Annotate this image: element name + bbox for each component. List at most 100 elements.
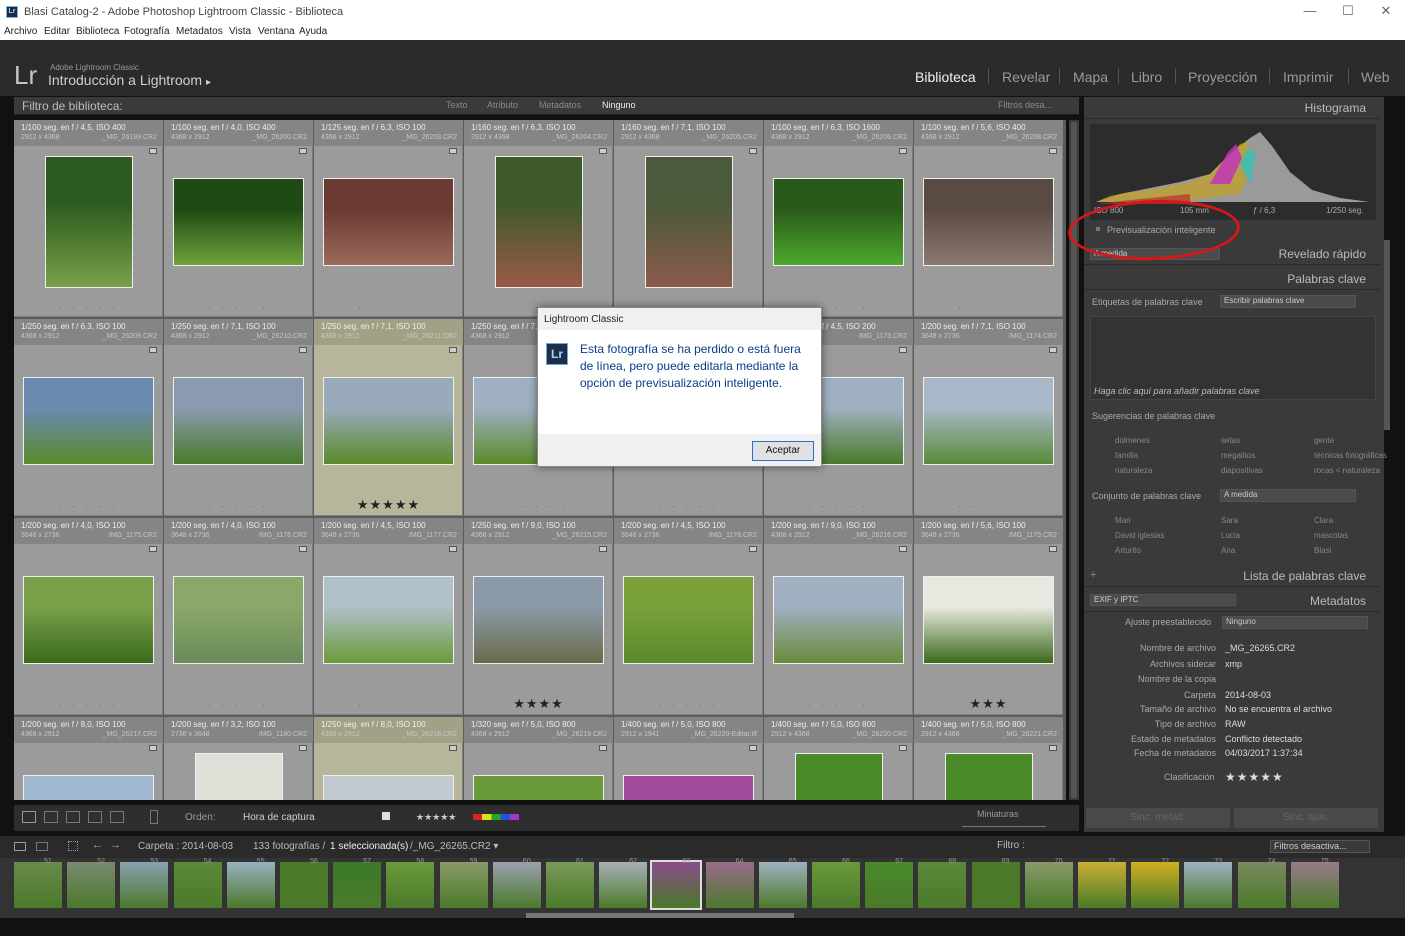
flag-badge-icon[interactable] — [899, 347, 907, 353]
filmstrip-thumbnail[interactable] — [1131, 862, 1180, 908]
keyword-suggestion[interactable]: familia — [1115, 451, 1138, 460]
filmstrip-thumbnail[interactable] — [120, 862, 169, 908]
empty-rating[interactable]: · · · · · — [914, 302, 1063, 312]
photo-thumbnail[interactable] — [173, 377, 304, 465]
keyword-suggestion[interactable]: setas — [1221, 436, 1240, 445]
histogram-header[interactable]: Histograma — [1084, 97, 1380, 119]
grid-cell[interactable]: 1/100 seg. en f / 4,5, ISO 400 2912 x 436… — [14, 120, 163, 317]
keyword-set-item[interactable]: Mari — [1115, 516, 1131, 525]
flag-badge-icon[interactable] — [299, 347, 307, 353]
photo-thumbnail[interactable] — [323, 178, 454, 266]
flag-badge-icon[interactable] — [149, 745, 157, 751]
filmstrip-file[interactable]: /_MG_26265.CR2 ▾ — [410, 841, 498, 852]
menu-item-metadatos[interactable]: Metadatos — [176, 26, 223, 37]
grid-icon[interactable] — [68, 841, 78, 851]
empty-rating[interactable]: · · · · · — [914, 501, 1063, 511]
sort-dropdown[interactable]: Hora de captura — [243, 812, 315, 823]
filmstrip-thumbnail[interactable] — [650, 860, 703, 910]
flag-badge-icon[interactable] — [749, 148, 757, 154]
empty-rating[interactable]: · · · · · — [164, 700, 313, 710]
right-panel-scrollbar[interactable] — [1384, 240, 1390, 430]
keyword-tags-dropdown[interactable]: Escribir palabras clave — [1220, 295, 1356, 308]
metadata-value[interactable]: Conflicto detectado — [1225, 734, 1302, 744]
photo-thumbnail[interactable] — [473, 576, 604, 664]
photo-thumbnail[interactable] — [23, 576, 154, 664]
metadata-value[interactable]: _MG_26265.CR2 — [1225, 643, 1295, 653]
keyword-click-hint[interactable]: Haga clic aquí para añadir palabras clav… — [1094, 386, 1260, 396]
grid-cell[interactable]: 1/100 seg. en f / 5,6, ISO 400 4368 x 291… — [914, 120, 1063, 317]
flag-badge-icon[interactable] — [1049, 347, 1057, 353]
photo-thumbnail[interactable] — [623, 775, 754, 800]
photo-thumbnail[interactable] — [195, 753, 283, 800]
keyword-set-item[interactable]: mascotas — [1314, 531, 1348, 540]
filmstrip-thumbnail[interactable] — [492, 862, 541, 908]
filmstrip-thumbnail[interactable] — [67, 862, 116, 908]
grid-view-icon[interactable] — [22, 811, 36, 823]
flag-badge-icon[interactable] — [1049, 148, 1057, 154]
grid-cell[interactable]: 1/200 seg. en f / 4,5, ISO 100 3648 x 273… — [314, 518, 463, 715]
sync-metadata-button[interactable]: Sinc. metad. — [1086, 808, 1230, 828]
flag-badge-icon[interactable] — [299, 148, 307, 154]
filmstrip-thumbnail[interactable] — [1290, 862, 1339, 908]
metadata-value[interactable]: 2014-08-03 — [1225, 690, 1271, 700]
photo-thumbnail[interactable] — [495, 156, 583, 288]
keyword-set-item[interactable]: Lucia — [1221, 531, 1240, 540]
grid-cell[interactable]: 1/200 seg. en f / 9,0, ISO 100 4368 x 291… — [764, 518, 913, 715]
keyword-suggestion[interactable]: técnicas fotográficas — [1314, 451, 1387, 460]
photo-thumbnail[interactable] — [623, 576, 754, 664]
grid-cell[interactable]: 1/160 seg. en f / 6,3, ISO 100 2912 x 436… — [464, 120, 613, 317]
photo-thumbnail[interactable] — [473, 775, 604, 800]
module-biblioteca[interactable]: Biblioteca — [915, 69, 976, 85]
rating-stars[interactable]: ★★★★★ — [314, 497, 463, 513]
grid-cell[interactable]: 1/400 seg. en f / 5,0, ISO 800 2912 x 436… — [764, 717, 913, 800]
metadata-value[interactable]: RAW — [1225, 719, 1246, 729]
keyword-list-header[interactable]: + Lista de palabras clave — [1084, 565, 1380, 587]
menu-item-editar[interactable]: Editar — [44, 26, 70, 37]
flag-badge-icon[interactable] — [749, 546, 757, 552]
keyword-suggestion[interactable]: diapositivas — [1221, 466, 1263, 475]
keyword-set-item[interactable]: Sara — [1221, 516, 1238, 525]
filmstrip-thumbnail[interactable] — [705, 862, 754, 908]
grid-cell[interactable]: 1/250 seg. en f / 6,3, ISO 100 4368 x 291… — [14, 319, 163, 516]
photo-thumbnail[interactable] — [45, 156, 133, 288]
flag-badge-icon[interactable] — [599, 745, 607, 751]
photo-thumbnail[interactable] — [795, 753, 883, 800]
filmstrip-thumbnail[interactable] — [280, 862, 328, 908]
flag-badge-icon[interactable] — [749, 745, 757, 751]
grid-cell[interactable]: 1/250 seg. en f / 8,0, ISO 100 4368 x 291… — [314, 717, 463, 800]
filmstrip-thumbnail[interactable] — [1078, 862, 1126, 908]
filter-tab-texto[interactable]: Texto — [446, 100, 468, 110]
empty-rating[interactable]: · · · · · — [614, 700, 763, 710]
empty-rating[interactable]: · · · · · — [764, 501, 913, 511]
grid-cell[interactable]: 1/250 seg. en f / 7,1, ISO 100 4368 x 291… — [314, 319, 463, 516]
keyword-set-item[interactable]: Clara — [1314, 516, 1333, 525]
rating-stars[interactable]: ★★★ — [914, 696, 1063, 712]
photo-thumbnail[interactable] — [945, 753, 1033, 800]
minimize-icon[interactable]: — — [1300, 3, 1320, 21]
loupe-view-icon[interactable] — [44, 811, 58, 823]
flag-badge-icon[interactable] — [449, 546, 457, 552]
flag-badge-icon[interactable] — [899, 148, 907, 154]
photo-thumbnail[interactable] — [773, 178, 904, 266]
grid-cell[interactable]: 1/250 seg. en f / 7,1, ISO 100 4368 x 291… — [164, 319, 313, 516]
menu-item-vista[interactable]: Vista — [229, 26, 251, 37]
filter-tab-metadatos[interactable]: Metadatos — [539, 100, 581, 110]
flag-badge-icon[interactable] — [149, 148, 157, 154]
flag-badge-icon[interactable] — [149, 546, 157, 552]
grid-cell[interactable]: 1/250 seg. en f / 9,0, ISO 100 4368 x 291… — [464, 518, 613, 715]
filmstrip-thumbnail[interactable] — [812, 862, 860, 908]
flag-badge-icon[interactable] — [599, 148, 607, 154]
grid-cell[interactable]: 1/100 seg. en f / 4,0, ISO 400 4368 x 291… — [164, 120, 313, 317]
filmstrip-thumbnail[interactable] — [546, 862, 594, 908]
keyword-suggestion[interactable]: naturaleza — [1115, 466, 1152, 475]
forward-icon[interactable]: → — [110, 839, 121, 851]
menu-item-archivo[interactable]: Archivo — [4, 26, 37, 37]
filmstrip-thumbnail[interactable] — [865, 862, 914, 908]
photo-thumbnail[interactable] — [923, 377, 1054, 465]
filter-tab-atributo[interactable]: Atributo — [487, 100, 518, 110]
menu-item-fotografia[interactable]: Fotografía — [124, 26, 170, 37]
empty-rating[interactable]: · · · · · — [164, 501, 313, 511]
metadata-view-dropdown[interactable]: EXIF y IPTC — [1090, 594, 1236, 606]
grid-cell[interactable]: 1/100 seg. en f / 6,3, ISO 1600 4368 x 29… — [764, 120, 913, 317]
keyword-suggestion[interactable]: gente — [1314, 436, 1334, 445]
